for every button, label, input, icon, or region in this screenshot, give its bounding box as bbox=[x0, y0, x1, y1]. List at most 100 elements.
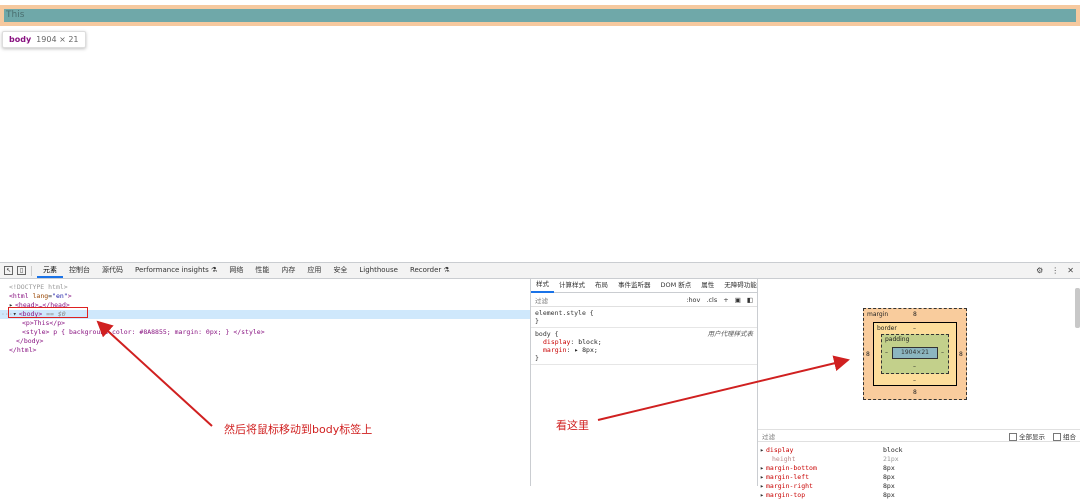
paragraph-highlight: This bbox=[4, 9, 1076, 22]
checkbox-icon bbox=[1009, 432, 1017, 441]
computed-filter-input[interactable]: 过滤 bbox=[762, 431, 775, 441]
padding-right-value: – bbox=[941, 349, 944, 356]
p-line[interactable]: <p>This</p> bbox=[22, 319, 65, 328]
computed-prop-name: margin-left bbox=[766, 473, 810, 481]
body-ua-rule[interactable]: body {用户代理样式表 display: block; margin: ▸ … bbox=[531, 328, 757, 365]
computed-prop-display[interactable]: ▸ display block bbox=[760, 446, 1060, 455]
computed-prop-margin-top[interactable]: ▸ margin-top 8px bbox=[760, 491, 1060, 500]
computed-prop-name: height bbox=[772, 455, 796, 463]
element-style-close: } bbox=[535, 317, 539, 325]
border-top-value: – bbox=[913, 325, 916, 332]
border-bottom-value: – bbox=[913, 377, 916, 384]
styles-filter-row: 过滤 :hov .cls + ▣ ◧ bbox=[531, 293, 757, 307]
margin-left-value: 8 bbox=[866, 351, 870, 358]
rendered-page: This body 1904 × 21 bbox=[0, 0, 1080, 262]
tooltip-tag: body bbox=[9, 35, 32, 44]
checkbox-icon bbox=[1053, 432, 1061, 441]
paint-icon[interactable]: ▣ bbox=[735, 296, 741, 304]
devtools-right-controls: ⚙ ⋮ ✕ bbox=[1036, 266, 1080, 275]
styles-sub-tabs: 样式 计算样式 布局 事件监听器 DOM 断点 属性 无障碍功能 bbox=[531, 279, 757, 293]
computed-prop-margin-right[interactable]: ▸ margin-right 8px bbox=[760, 482, 1060, 491]
computed-filter-options: 全部显示 组合 bbox=[1009, 431, 1076, 441]
tab-styles[interactable]: 样式 bbox=[531, 278, 554, 293]
doctype-line[interactable]: <!DOCTYPE html> bbox=[9, 283, 68, 292]
computed-prop-value: 8px bbox=[883, 482, 895, 490]
html-lang-attr: lang bbox=[32, 292, 49, 300]
margin-top-value: 8 bbox=[913, 311, 917, 318]
body-rule-close: } bbox=[535, 354, 539, 362]
box-model-border[interactable]: border – padding – – – 1904×21 – bbox=[873, 322, 957, 386]
more-options-icon[interactable]: ⋮ bbox=[1051, 266, 1059, 275]
tab-event-listeners[interactable]: 事件监听器 bbox=[613, 279, 656, 292]
computed-prop-name: margin-right bbox=[766, 482, 813, 490]
vertical-scrollbar[interactable] bbox=[1075, 288, 1080, 328]
tab-network[interactable]: 网络 bbox=[223, 263, 249, 278]
html-line[interactable]: <html lang="en"> bbox=[9, 292, 72, 301]
tab-application[interactable]: 应用 bbox=[301, 263, 327, 278]
tab-elements[interactable]: 元素 bbox=[37, 263, 63, 278]
styles-filter-tools: :hov .cls + ▣ ◧ bbox=[686, 296, 753, 304]
tab-properties[interactable]: 属性 bbox=[696, 279, 719, 292]
tooltip-dimensions: 1904 × 21 bbox=[36, 35, 79, 44]
computed-prop-value: 8px bbox=[883, 491, 895, 499]
computed-prop-value: block bbox=[883, 446, 903, 454]
tab-layout[interactable]: 布局 bbox=[590, 279, 613, 292]
html-open-close: > bbox=[67, 292, 72, 300]
group-checkbox[interactable]: 组合 bbox=[1053, 431, 1076, 441]
tab-memory[interactable]: 内存 bbox=[275, 263, 301, 278]
device-toolbar-icon[interactable]: ▯ bbox=[17, 266, 26, 275]
close-icon[interactable]: ✕ bbox=[1067, 266, 1074, 275]
element-style-selector: element.style { bbox=[535, 309, 594, 317]
annotation-look-here-note: 看这里 bbox=[556, 419, 589, 432]
styles-filter-input[interactable]: 过滤 bbox=[535, 295, 548, 305]
tab-accessibility[interactable]: 无障碍功能 bbox=[719, 279, 762, 292]
box-model-margin[interactable]: margin 8 8 8 8 border – padding – – – 19… bbox=[863, 308, 967, 400]
computed-prop-name: margin-bottom bbox=[766, 464, 817, 472]
cls-toggle[interactable]: .cls bbox=[706, 296, 717, 304]
tab-lighthouse[interactable]: Lighthouse bbox=[353, 263, 404, 278]
tab-computed[interactable]: 计算样式 bbox=[554, 279, 590, 292]
computed-prop-margin-left[interactable]: ▸ margin-left 8px bbox=[760, 473, 1060, 482]
inspect-tooltip: body 1904 × 21 bbox=[2, 31, 86, 48]
computed-filter-row: 过滤 全部显示 组合 bbox=[758, 429, 1080, 442]
box-model-content[interactable]: 1904×21 bbox=[892, 347, 938, 359]
hov-toggle[interactable]: :hov bbox=[686, 296, 700, 304]
element-style-rule[interactable]: element.style { } bbox=[531, 307, 757, 328]
margin-label: margin bbox=[867, 311, 889, 318]
group-label: 组合 bbox=[1063, 432, 1076, 441]
tab-performance-insights[interactable]: Performance insights ⚗ bbox=[129, 263, 223, 278]
margin-value: ▸ 8px; bbox=[574, 346, 598, 354]
computed-prop-margin-bottom[interactable]: ▸ margin-bottom 8px bbox=[760, 464, 1060, 473]
inspect-element-icon[interactable]: ↖ bbox=[4, 266, 13, 275]
devtools-panel: ↖ ▯ 元素 控制台 源代码 Performance insights ⚗ 网络… bbox=[0, 262, 1080, 499]
tab-console[interactable]: 控制台 bbox=[63, 263, 96, 278]
gear-icon[interactable]: ⚙ bbox=[1036, 266, 1043, 275]
box-model-padding[interactable]: padding – – – 1904×21 bbox=[881, 334, 949, 374]
display-value: block; bbox=[578, 338, 602, 346]
body-tag-highlight-box bbox=[8, 307, 88, 318]
computed-panel: margin 8 8 8 8 border – padding – – – 19… bbox=[758, 279, 1080, 499]
tab-sources[interactable]: 源代码 bbox=[96, 263, 129, 278]
show-all-checkbox[interactable]: 全部显示 bbox=[1009, 431, 1045, 441]
margin-property: margin bbox=[543, 346, 567, 354]
style-line[interactable]: <style> p { background-color: #8A8855; m… bbox=[22, 328, 265, 337]
tab-security[interactable]: 安全 bbox=[327, 263, 353, 278]
tab-recorder[interactable]: Recorder ⚗ bbox=[404, 263, 456, 278]
padding-label: padding bbox=[885, 336, 910, 343]
computed-prop-value: 8px bbox=[883, 473, 895, 481]
html-close-line[interactable]: </html> bbox=[9, 346, 36, 355]
computed-prop-name: margin-top bbox=[766, 491, 806, 499]
body-close-line[interactable]: </body> bbox=[16, 337, 43, 346]
display-property: display bbox=[543, 338, 571, 346]
devtools-main-tabs: ↖ ▯ 元素 控制台 源代码 Performance insights ⚗ 网络… bbox=[0, 263, 1080, 279]
body-margin-highlight: This bbox=[0, 5, 1080, 26]
computed-prop-height[interactable]: height 21px bbox=[760, 455, 1060, 464]
show-all-label: 全部显示 bbox=[1019, 432, 1045, 441]
margin-bottom-value: 8 bbox=[913, 389, 917, 396]
tab-dom-breakpoints[interactable]: DOM 断点 bbox=[656, 279, 697, 292]
sidebar-toggle-icon[interactable]: ◧ bbox=[747, 296, 753, 304]
tab-performance[interactable]: 性能 bbox=[249, 263, 275, 278]
padding-bottom-value: – bbox=[913, 363, 916, 370]
toolbar-divider bbox=[31, 265, 32, 276]
add-rule-button[interactable]: + bbox=[723, 296, 728, 304]
